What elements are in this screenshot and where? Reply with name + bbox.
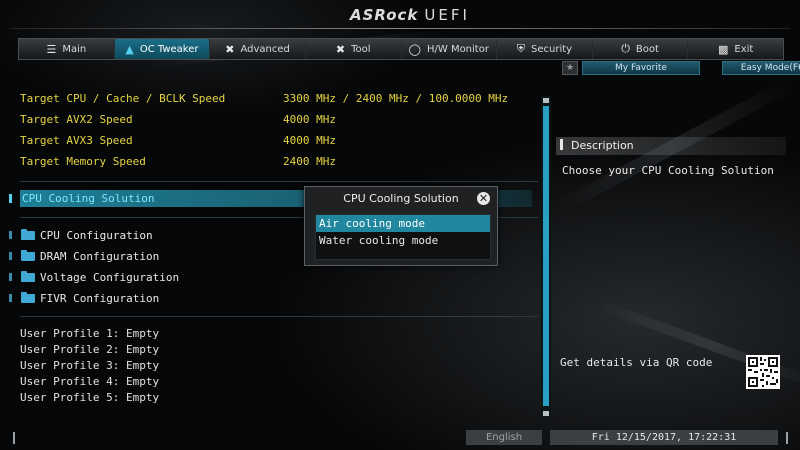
- header-divider: [10, 28, 790, 29]
- tab-boot[interactable]: ⏻ Boot: [593, 39, 689, 59]
- folder-fivr-configuration[interactable]: FIVR Configuration: [9, 290, 159, 306]
- my-favorite-button[interactable]: My Favorite: [582, 61, 700, 75]
- folder-label: CPU Configuration: [40, 228, 153, 242]
- info-value: 3300 MHz / 2400 MHz / 100.0000 MHz: [283, 92, 509, 105]
- top-right-controls: ★ My Favorite Easy Mode(F6): [562, 61, 800, 75]
- brand-product: UEFI: [424, 6, 470, 24]
- description-header: Description: [556, 137, 786, 155]
- power-icon: ⏻: [621, 42, 630, 55]
- folder-label: FIVR Configuration: [40, 291, 160, 305]
- wrench-icon: ✖: [335, 42, 346, 56]
- description-title: Description: [571, 139, 634, 152]
- row-marker: [9, 252, 12, 260]
- user-profile-1[interactable]: User Profile 1: Empty: [20, 327, 159, 340]
- description-text: Choose your CPU Cooling Solution: [562, 164, 774, 177]
- shield-icon: ⛨: [516, 42, 526, 55]
- folder-icon: [21, 270, 35, 282]
- footer-edge-right: [786, 432, 788, 444]
- info-label: Target Memory Speed: [20, 155, 146, 168]
- scroll-thumb[interactable]: [543, 106, 549, 406]
- folder-icon: [21, 249, 35, 261]
- folder-cpu-configuration[interactable]: CPU Configuration: [9, 227, 153, 243]
- folder-voltage-configuration[interactable]: Voltage Configuration: [9, 269, 179, 285]
- cpu-cooling-dialog: CPU Cooling Solution ✕ Air cooling mode …: [304, 186, 498, 266]
- main-tab-bar: ☰ Main ▲ OC Tweaker ✖ Advanced ✖ Tool ◯ H/W M…: [18, 38, 784, 60]
- info-row-memory: Target Memory Speed 2400 MHz: [20, 155, 336, 171]
- tab-label: Main: [62, 43, 87, 55]
- tab-security[interactable]: ⛨ Security: [497, 39, 593, 59]
- tab-hw-monitor[interactable]: ◯ H/W Monitor: [402, 39, 498, 59]
- row-marker: [9, 231, 12, 239]
- scroll-up-arrow[interactable]: [543, 98, 549, 103]
- tab-label: Boot: [635, 43, 659, 55]
- tab-label: Advanced: [240, 43, 290, 55]
- folder-dram-configuration[interactable]: DRAM Configuration: [9, 248, 159, 264]
- qr-code-icon[interactable]: [746, 355, 780, 389]
- folder-label: DRAM Configuration: [40, 249, 160, 263]
- list-icon: ☰: [46, 42, 57, 56]
- user-profile-4[interactable]: User Profile 4: Empty: [20, 375, 159, 388]
- user-profile-2[interactable]: User Profile 2: Empty: [20, 343, 159, 356]
- scroll-down-arrow[interactable]: [543, 411, 549, 416]
- exit-icon: ▩: [718, 42, 729, 56]
- tab-label: H/W Monitor: [426, 43, 489, 55]
- divider: [20, 181, 538, 182]
- close-icon[interactable]: ✕: [477, 192, 490, 205]
- info-value: 4000 MHz: [283, 134, 336, 147]
- easy-mode-button[interactable]: Easy Mode(F6): [722, 61, 800, 75]
- monitor-icon: ◯: [408, 42, 421, 56]
- row-marker: [9, 294, 12, 302]
- selection-marker: [9, 194, 12, 203]
- info-row-avx2: Target AVX2 Speed 4000 MHz: [20, 113, 336, 129]
- info-row-cpu-speed: Target CPU / Cache / BCLK Speed 3300 MHz…: [20, 92, 508, 108]
- info-label: Target AVX2 Speed: [20, 113, 133, 126]
- option-water-cooling[interactable]: Water cooling mode: [316, 232, 490, 249]
- tab-label: Exit: [734, 43, 754, 55]
- footer-edge-left: [13, 432, 15, 444]
- info-value: 2400 MHz: [283, 155, 336, 168]
- tab-label: Security: [531, 43, 573, 55]
- dialog-title: CPU Cooling Solution: [343, 192, 459, 205]
- tab-exit[interactable]: ▩ Exit: [688, 39, 783, 59]
- folder-icon: [21, 291, 35, 303]
- folder-label: Voltage Configuration: [40, 270, 180, 284]
- info-label: Target CPU / Cache / BCLK Speed: [20, 92, 226, 105]
- favorite-star-button[interactable]: ★: [562, 61, 578, 75]
- option-list: Air cooling mode Water cooling mode: [315, 214, 491, 260]
- brand-name: ASRock: [350, 6, 419, 24]
- brand-logo: ASRock UEFI: [350, 6, 470, 24]
- qr-caption: Get details via QR code: [560, 356, 713, 369]
- tab-label: Tool: [351, 43, 371, 55]
- flame-icon: ▲: [125, 42, 134, 56]
- tools-icon: ✖: [225, 42, 235, 56]
- star-icon: ★: [565, 63, 575, 73]
- info-row-avx3: Target AVX3 Speed 4000 MHz: [20, 134, 336, 150]
- info-label: Target AVX3 Speed: [20, 134, 133, 147]
- divider: [20, 316, 538, 317]
- tab-tool[interactable]: ✖ Tool: [306, 39, 402, 59]
- row-marker: [9, 273, 12, 281]
- folder-icon: [21, 228, 35, 240]
- tab-oc-tweaker[interactable]: ▲ OC Tweaker: [114, 39, 211, 59]
- scrollbar[interactable]: [541, 96, 551, 418]
- option-air-cooling[interactable]: Air cooling mode: [316, 215, 490, 232]
- datetime-display: Fri 12/15/2017, 17:22:31: [550, 430, 778, 445]
- tab-label: OC Tweaker: [139, 43, 199, 55]
- tab-advanced[interactable]: ✖ Advanced: [210, 39, 306, 59]
- header-marker: [560, 139, 563, 150]
- language-button[interactable]: English: [466, 430, 542, 445]
- item-label: CPU Cooling Solution: [22, 192, 155, 205]
- info-value: 4000 MHz: [283, 113, 336, 126]
- tab-main[interactable]: ☰ Main: [19, 39, 115, 59]
- user-profile-5[interactable]: User Profile 5: Empty: [20, 391, 159, 404]
- user-profile-3[interactable]: User Profile 3: Empty: [20, 359, 159, 372]
